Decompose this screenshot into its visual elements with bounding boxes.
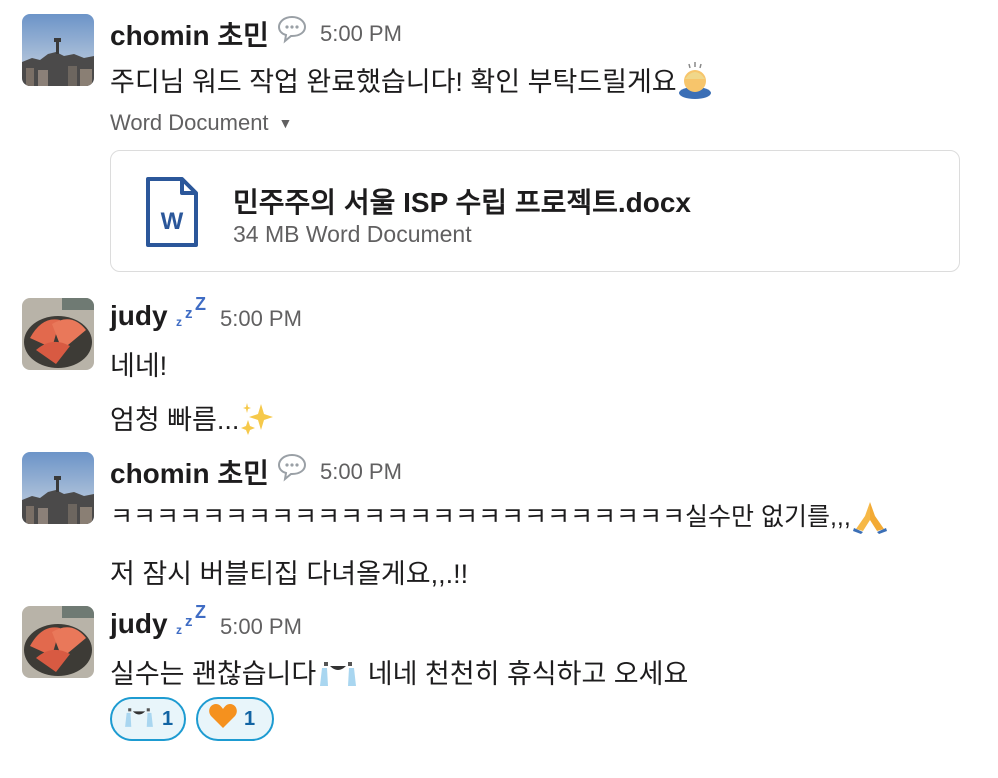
reaction-count: 1 — [244, 707, 256, 730]
file-meta: 34 MB Word Document — [233, 221, 472, 247]
message-timestamp[interactable]: 5:00 PM — [320, 21, 402, 47]
svg-text:z: z — [185, 305, 193, 322]
author-name[interactable]: chomin 초민 — [110, 452, 269, 492]
svg-text:z: z — [176, 623, 182, 637]
avatar-chomin[interactable] — [22, 452, 94, 524]
message-text: 엄청 빠름... — [110, 398, 275, 443]
author-name[interactable]: judy — [110, 300, 168, 332]
message-line: 네네 천천히 휴식하고 오세요 — [360, 659, 689, 689]
caret-down-icon[interactable]: ▼ — [279, 115, 293, 131]
author-name[interactable]: chomin 초민 — [110, 14, 269, 54]
author-name[interactable]: judy — [110, 608, 168, 640]
message-line: 실수는 괜찮습니다 — [110, 659, 317, 689]
svg-text:Z: Z — [195, 296, 206, 314]
message-text: ㅋㅋㅋㅋㅋㅋㅋㅋㅋㅋㅋㅋㅋㅋㅋㅋㅋㅋㅋㅋㅋㅋㅋㅋㅋ실수만 없기를,,, — [110, 496, 889, 541]
svg-text:Z: Z — [195, 604, 206, 622]
message-line: 엄청 빠름... — [110, 405, 240, 435]
orange-heart-icon — [208, 702, 238, 736]
speech-bubble-icon — [276, 452, 308, 488]
zzz-icon: z z Z — [174, 602, 210, 644]
svg-text:z: z — [176, 315, 182, 329]
reaction-crying-face[interactable]: 1 — [110, 697, 186, 741]
message-timestamp[interactable]: 5:00 PM — [220, 306, 302, 332]
attachment-type-label[interactable]: Word Document ▼ — [110, 110, 292, 136]
crying-face-icon — [316, 656, 360, 695]
word-icon-letter: W — [161, 208, 184, 235]
message-timestamp[interactable]: 5:00 PM — [320, 459, 402, 485]
file-name[interactable]: 민주주의 서울 ISP 수립 프로젝트.docx — [233, 181, 691, 221]
attachment-type-text: Word Document — [110, 110, 269, 135]
message-line: 저 잠시 버블티집 다녀올게요,,.!! — [110, 559, 469, 589]
message-line: 주디님 워드 작업 완료했습니다! 확인 부탁드릴게요 — [110, 67, 677, 97]
avatar-food-image — [22, 298, 94, 370]
message-timestamp[interactable]: 5:00 PM — [220, 614, 302, 640]
message-text: 실수는 괜찮습니다 네네 천천히 휴식하고 오세요 — [110, 652, 688, 695]
message-line: 네네! — [110, 351, 168, 381]
message-line: ㅋㅋㅋㅋㅋㅋㅋㅋㅋㅋㅋㅋㅋㅋㅋㅋㅋㅋㅋㅋㅋㅋㅋㅋㅋ실수만 없기를,,, — [110, 503, 851, 532]
reaction-count: 1 — [162, 707, 174, 730]
avatar-food-image — [22, 606, 94, 678]
crying-face-icon — [122, 703, 156, 735]
avatar-city-image — [22, 452, 94, 524]
reaction-orange-heart[interactable]: 1 — [196, 697, 274, 741]
folded-hands-icon — [851, 496, 889, 541]
avatar-judy[interactable] — [22, 298, 94, 370]
sparkles-icon — [239, 400, 275, 443]
bowing-person-icon — [677, 61, 713, 106]
word-document-icon: W — [144, 175, 200, 249]
message-text: 주디님 워드 작업 완료했습니다! 확인 부탁드릴게요 — [110, 60, 713, 106]
zzz-icon: z z Z — [174, 294, 210, 336]
avatar-judy[interactable] — [22, 606, 94, 678]
file-attachment-card[interactable]: W 민주주의 서울 ISP 수립 프로젝트.docx 34 MB Word Do… — [110, 150, 960, 272]
avatar-city-image — [22, 14, 94, 86]
speech-bubble-icon — [276, 14, 308, 50]
avatar-chomin[interactable] — [22, 14, 94, 86]
svg-text:z: z — [185, 613, 193, 630]
